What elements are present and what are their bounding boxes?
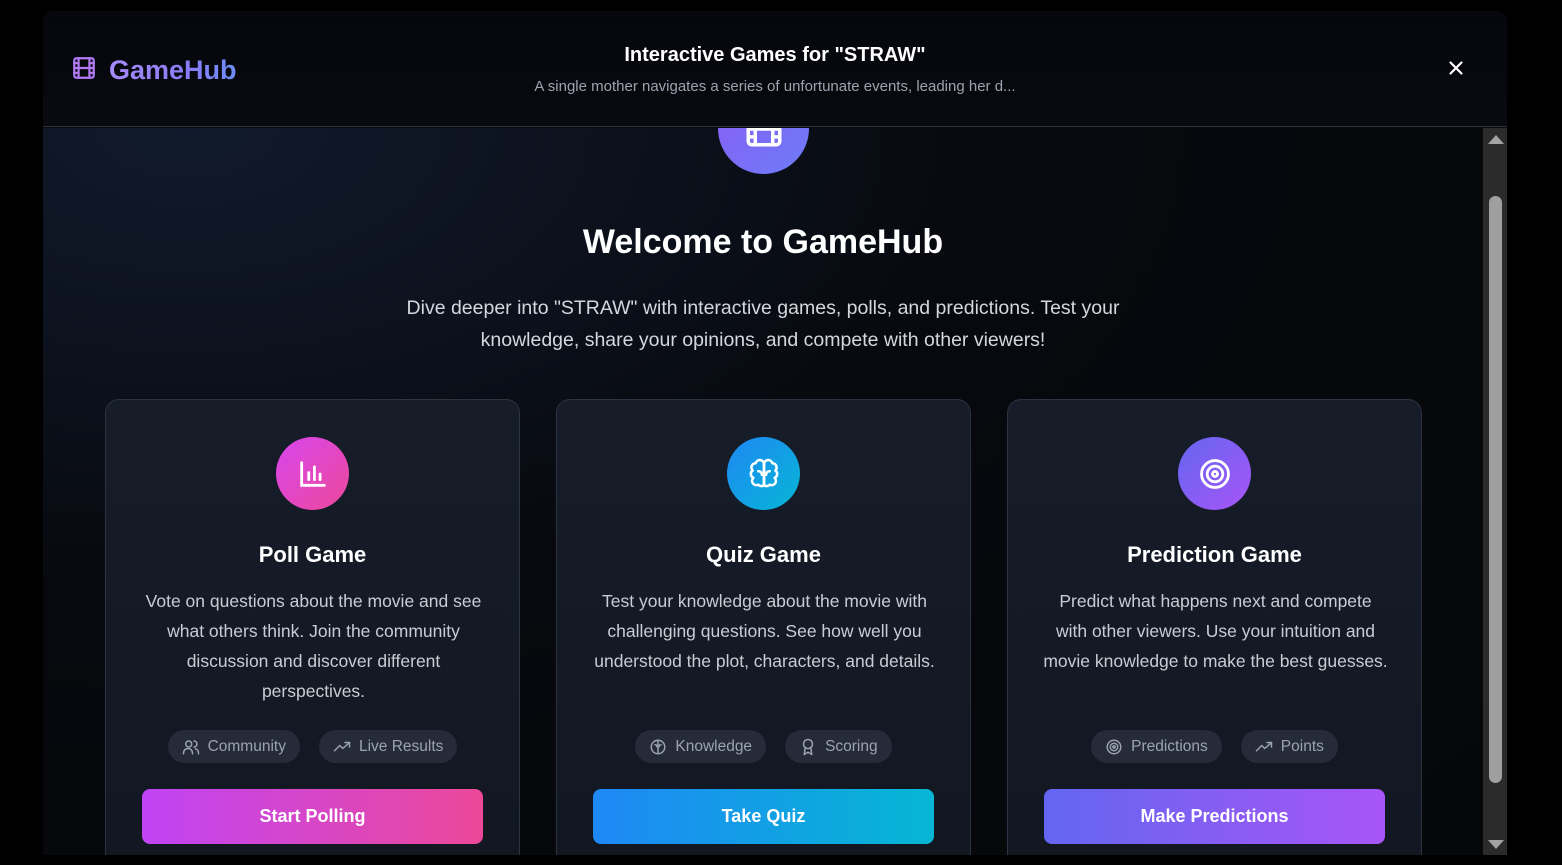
take-quiz-button[interactable]: Take Quiz [593, 789, 934, 844]
card-tags: Predictions Points [1008, 730, 1421, 763]
modal-content: Welcome to GameHub Dive deeper into "STR… [43, 128, 1483, 855]
modal-subtitle: A single mother navigates a series of un… [534, 78, 1016, 95]
card-tags: Knowledge Scoring [557, 730, 970, 763]
users-icon [182, 739, 199, 754]
tag-label: Scoring [825, 737, 878, 755]
tag-label: Knowledge [675, 737, 753, 755]
tag-community: Community [167, 730, 300, 763]
card-description: Predict what happens next and compete wi… [1043, 591, 1388, 671]
poll-game-card: Poll Game Vote on questions about the mo… [105, 399, 520, 855]
scrollbar[interactable] [1483, 128, 1507, 855]
header-center: Interactive Games for "STRAW" A single m… [43, 44, 1507, 95]
tag-label: Live Results [358, 737, 444, 755]
scroll-thumb[interactable] [1489, 196, 1502, 783]
gamehub-modal: GameHub Interactive Games for "STRAW" A … [43, 11, 1507, 855]
scroll-up-arrow[interactable] [1488, 135, 1504, 144]
scroll-down-arrow[interactable] [1488, 840, 1504, 849]
card-description: Vote on questions about the movie and se… [145, 591, 482, 701]
start-polling-button[interactable]: Start Polling [142, 789, 483, 844]
card-title: Quiz Game [706, 542, 821, 567]
brain-icon [727, 437, 800, 510]
prediction-game-card: Prediction Game Predict what happens nex… [1007, 399, 1422, 855]
tag-scoring: Scoring [785, 730, 892, 763]
hero-film-icon [718, 128, 809, 174]
card-description: Test your knowledge about the movie with… [594, 591, 935, 671]
close-icon [1449, 61, 1463, 75]
tag-predictions: Predictions [1091, 730, 1222, 763]
card-title: Prediction Game [1127, 542, 1302, 567]
award-icon [802, 738, 814, 755]
tag-points: Points [1240, 730, 1338, 763]
welcome-description: Dive deeper into "STRAW" with interactiv… [406, 297, 1120, 351]
tag-label: Community [207, 737, 286, 755]
target-small-icon [1106, 739, 1122, 754]
modal-title: Interactive Games for "STRAW" [624, 44, 926, 66]
close-button[interactable] [1445, 57, 1467, 79]
card-title: Poll Game [258, 542, 367, 567]
tag-live-results: Live Results [318, 730, 458, 763]
tag-label: Points [1280, 737, 1324, 755]
trending-up-icon [1255, 741, 1273, 751]
trending-up-icon [333, 741, 351, 751]
tag-knowledge: Knowledge [635, 730, 767, 763]
make-predictions-button[interactable]: Make Predictions [1044, 789, 1385, 844]
tag-label: Predictions [1131, 737, 1208, 755]
quiz-game-card: Quiz Game Test your knowledge about the … [556, 399, 971, 855]
card-tags: Community Live Results [106, 730, 519, 763]
brain-small-icon [650, 739, 666, 754]
target-icon [1178, 437, 1251, 510]
bar-chart-icon [276, 437, 349, 510]
modal-header: GameHub Interactive Games for "STRAW" A … [43, 11, 1507, 127]
welcome-heading: Welcome to GameHub [582, 223, 944, 261]
